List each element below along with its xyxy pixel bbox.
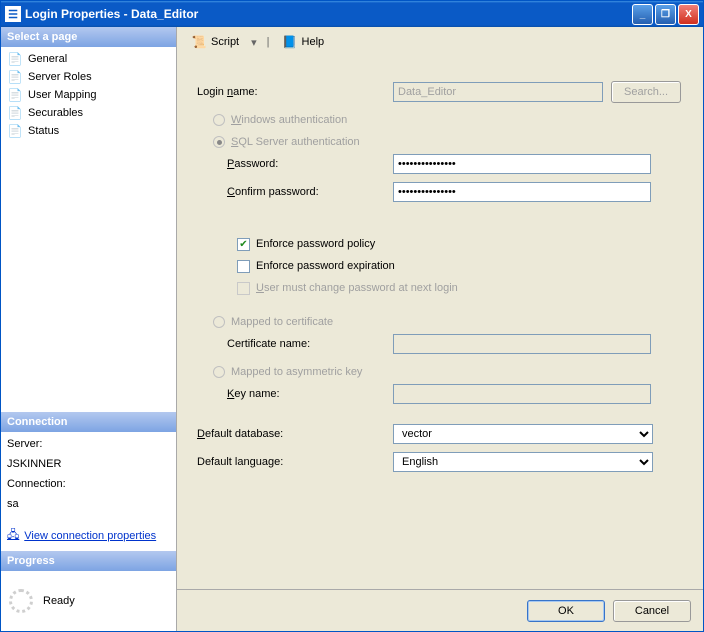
page-icon: 📄 — [7, 69, 23, 85]
select-page-header: Select a page — [1, 27, 176, 47]
sidebar-item-label: General — [28, 53, 67, 65]
titlebar: ☰ Login Properties - Data_Editor _ ❐ X — [1, 1, 703, 27]
sidebar-item-securables[interactable]: 📄 Securables — [1, 104, 176, 122]
minimize-button[interactable]: _ — [632, 4, 653, 25]
dialog-footer: OK Cancel — [177, 589, 703, 631]
form-area: Login name: Search... Windows authentica… — [177, 57, 703, 589]
sidebar-item-label: Securables — [28, 107, 83, 119]
windows-auth-radio: Windows authentication — [197, 109, 689, 131]
radio-icon — [213, 366, 225, 378]
mapped-asym-radio: Mapped to asymmetric key — [197, 361, 689, 383]
radio-icon — [213, 136, 225, 148]
script-dropdown-icon[interactable]: ▾ — [249, 36, 259, 49]
content: Select a page 📄 General 📄 Server Roles 📄… — [1, 27, 703, 631]
page-icon: 📄 — [7, 87, 23, 103]
sidebar-item-status[interactable]: 📄 Status — [1, 122, 176, 140]
script-label: Script — [211, 36, 239, 48]
cert-name-label: Certificate name: — [197, 338, 393, 350]
sidebar-item-label: Server Roles — [28, 71, 92, 83]
radio-icon — [213, 114, 225, 126]
sidebar-item-user-mapping[interactable]: 📄 User Mapping — [1, 86, 176, 104]
sidebar-spacer — [1, 143, 176, 412]
key-name-label: Key name: — [197, 388, 393, 400]
page-icon: 📄 — [7, 51, 23, 67]
app-icon: ☰ — [5, 6, 21, 22]
enforce-policy-label: Enforce password policy — [256, 238, 375, 250]
login-name-label: Login name: — [197, 86, 393, 98]
ok-button[interactable]: OK — [527, 600, 605, 622]
default-lang-label: Default language: — [197, 456, 393, 468]
connection-icon: 🖧 — [7, 526, 19, 545]
progress-status: Ready — [43, 595, 75, 607]
server-label: Server: — [7, 438, 170, 450]
password-input[interactable] — [393, 154, 651, 174]
confirm-password-label: Confirm password: — [197, 186, 393, 198]
connection-label: Connection: — [7, 478, 170, 490]
connection-body: Server: JSKINNER Connection: sa 🖧 View c… — [1, 432, 176, 551]
maximize-button[interactable]: ❐ — [655, 4, 676, 25]
window-title: Login Properties - Data_Editor — [25, 7, 632, 21]
connection-value: sa — [7, 498, 170, 510]
sidebar: Select a page 📄 General 📄 Server Roles 📄… — [1, 27, 177, 631]
close-button[interactable]: X — [678, 4, 699, 25]
default-language-select[interactable]: English — [393, 452, 653, 472]
view-connection-properties-link[interactable]: 🖧 View connection properties — [7, 526, 156, 545]
must-change-checkbox — [237, 282, 250, 295]
key-name-input — [393, 384, 651, 404]
default-db-label: Default database: — [197, 428, 393, 440]
help-label: Help — [302, 36, 325, 48]
progress-spinner-icon — [9, 589, 33, 613]
cancel-button[interactable]: Cancel — [613, 600, 691, 622]
page-list: 📄 General 📄 Server Roles 📄 User Mapping … — [1, 47, 176, 143]
page-icon: 📄 — [7, 105, 23, 121]
sidebar-item-label: User Mapping — [28, 89, 96, 101]
sidebar-item-server-roles[interactable]: 📄 Server Roles — [1, 68, 176, 86]
main-pane: 📜 Script ▾ | 📘 Help Login name: — [177, 27, 703, 631]
cert-name-input — [393, 334, 651, 354]
server-value: JSKINNER — [7, 458, 170, 470]
page-icon: 📄 — [7, 123, 23, 139]
search-button: Search... — [611, 81, 681, 103]
password-label: Password: — [197, 158, 393, 170]
script-button[interactable]: 📜 Script — [187, 32, 243, 52]
sidebar-item-general[interactable]: 📄 General — [1, 50, 176, 68]
script-icon: 📜 — [191, 34, 207, 50]
login-name-input — [393, 82, 603, 102]
progress-header: Progress — [1, 551, 176, 571]
help-button[interactable]: 📘 Help — [278, 32, 329, 52]
sidebar-item-label: Status — [28, 125, 59, 137]
progress-body: Ready — [1, 571, 176, 631]
confirm-password-input[interactable] — [393, 182, 651, 202]
toolbar: 📜 Script ▾ | 📘 Help — [177, 27, 703, 57]
link-text: View connection properties — [24, 530, 156, 542]
must-change-label: User must change password at next login — [256, 282, 458, 294]
help-icon: 📘 — [282, 34, 298, 50]
mapped-cert-radio: Mapped to certificate — [197, 311, 689, 333]
connection-header: Connection — [1, 412, 176, 432]
sql-auth-radio: SQL Server authentication — [197, 131, 689, 153]
radio-icon — [213, 316, 225, 328]
enforce-policy-checkbox[interactable]: ✔ — [237, 238, 250, 251]
enforce-expiration-label: Enforce password expiration — [256, 260, 395, 272]
default-database-select[interactable]: vector — [393, 424, 653, 444]
toolbar-separator: | — [265, 36, 272, 48]
window-controls: _ ❐ X — [632, 4, 699, 25]
enforce-expiration-checkbox[interactable] — [237, 260, 250, 273]
window-frame: ☰ Login Properties - Data_Editor _ ❐ X S… — [0, 0, 704, 632]
